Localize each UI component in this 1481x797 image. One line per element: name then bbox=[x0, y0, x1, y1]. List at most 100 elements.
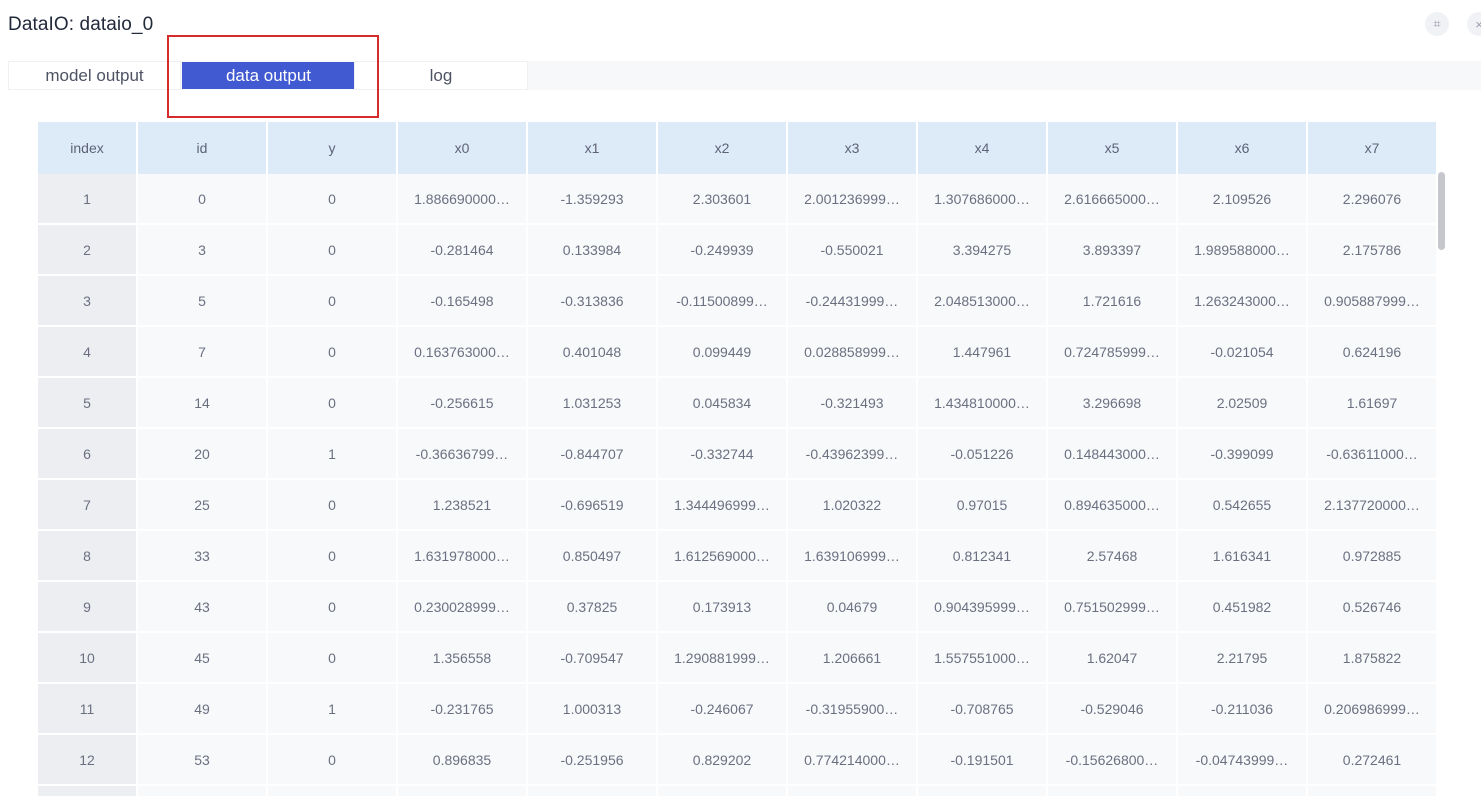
table-cell-id: 20 bbox=[138, 429, 268, 480]
table-cell-y: 0 bbox=[268, 633, 398, 684]
table-cell-x0: -0.281464 bbox=[398, 225, 528, 276]
table-row[interactable]: 7 25 0 1.238521 -0.696519 1.344496999… 1.02032… bbox=[38, 480, 1438, 531]
column-header-y[interactable]: y bbox=[268, 122, 398, 174]
table-cell-index: 7 bbox=[38, 480, 138, 531]
table-cell-x1: -0.696519 bbox=[528, 480, 658, 531]
table-cell-x6: 1.616341 bbox=[1178, 531, 1308, 582]
column-header-index[interactable]: index bbox=[38, 122, 138, 174]
column-header-x6[interactable]: x6 bbox=[1178, 122, 1308, 174]
table-cell-x6: 2.02509 bbox=[1178, 378, 1308, 429]
table-header-row: index id y x0 x1 x2 x3 x4 x5 x6 x7 bbox=[38, 122, 1438, 174]
table-cell-index: 2 bbox=[38, 225, 138, 276]
table-cell-x3: 0.04679 bbox=[788, 582, 918, 633]
table-cell-id: 3 bbox=[138, 225, 268, 276]
table-cell-empty bbox=[528, 786, 658, 797]
table-row[interactable]: 12 53 0 0.896835 -0.251956 0.829202 0.77421400… bbox=[38, 735, 1438, 786]
table-cell-x2: 1.290881999… bbox=[658, 633, 788, 684]
table-cell-empty bbox=[788, 786, 918, 797]
table-row[interactable]: 2 3 0 -0.281464 0.133984 -0.249939 -0.550021 3.… bbox=[38, 225, 1438, 276]
scrollbar-track[interactable] bbox=[1438, 172, 1446, 797]
table-cell-x6: 1.263243000… bbox=[1178, 276, 1308, 327]
table-cell-x4: 0.812341 bbox=[918, 531, 1048, 582]
table-cell-x1: 0.133984 bbox=[528, 225, 658, 276]
table-cell-id: 45 bbox=[138, 633, 268, 684]
table-cell-empty bbox=[398, 786, 528, 797]
table-cell-x7: 0.526746 bbox=[1308, 582, 1438, 633]
fullscreen-icon[interactable]: ⌗ bbox=[1425, 12, 1449, 36]
table-cell-index: 8 bbox=[38, 531, 138, 582]
table-cell-x7: 0.905887999… bbox=[1308, 276, 1438, 327]
table-cell-x3: -0.24431999… bbox=[788, 276, 918, 327]
table-cell-index: 1 bbox=[38, 174, 138, 225]
table-cell-x4: 0.904395999… bbox=[918, 582, 1048, 633]
table-cell-id: 0 bbox=[138, 174, 268, 225]
table-cell-x7: 2.137720000… bbox=[1308, 480, 1438, 531]
table-cell-x4: 1.434810000… bbox=[918, 378, 1048, 429]
tab-model-output[interactable]: model output bbox=[8, 61, 181, 90]
table-cell-y: 0 bbox=[268, 582, 398, 633]
table-cell-x3: -0.43962399… bbox=[788, 429, 918, 480]
table-cell-x0: -0.165498 bbox=[398, 276, 528, 327]
table-cell-x5: 0.894635000… bbox=[1048, 480, 1178, 531]
table-cell-x5: 2.616665000… bbox=[1048, 174, 1178, 225]
table-cell-x7: 2.175786 bbox=[1308, 225, 1438, 276]
table-cell-x2: 1.344496999… bbox=[658, 480, 788, 531]
table-cell-empty bbox=[1178, 786, 1308, 797]
table-cell-index: 9 bbox=[38, 582, 138, 633]
table-row[interactable]: 3 5 0 -0.165498 -0.313836 -0.11500899… -0.2443… bbox=[38, 276, 1438, 327]
table-row[interactable]: 11 49 1 -0.231765 1.000313 -0.246067 -0.319559… bbox=[38, 684, 1438, 735]
table-row[interactable]: 8 33 0 1.631978000… 0.850497 1.612569000… 1.63… bbox=[38, 531, 1438, 582]
table-row[interactable]: 5 14 0 -0.256615 1.031253 0.045834 -0.321493 1.… bbox=[38, 378, 1438, 429]
table-row[interactable]: 4 7 0 0.163763000… 0.401048 0.099449 0.0288589… bbox=[38, 327, 1438, 378]
data-output-table: index id y x0 x1 x2 x3 x4 x5 x6 x7 1 0 0 1.886690000…… bbox=[38, 122, 1438, 797]
tab-log[interactable]: log bbox=[354, 61, 528, 90]
table-cell-id: 5 bbox=[138, 276, 268, 327]
table-cell-x1: 0.850497 bbox=[528, 531, 658, 582]
table-cell-x0: -0.256615 bbox=[398, 378, 528, 429]
table-cell-x7: -0.63611000… bbox=[1308, 429, 1438, 480]
column-header-x5[interactable]: x5 bbox=[1048, 122, 1178, 174]
table-cell-id: 49 bbox=[138, 684, 268, 735]
table-cell-x3: 1.639106999… bbox=[788, 531, 918, 582]
table-cell-empty bbox=[38, 786, 138, 797]
column-header-x0[interactable]: x0 bbox=[398, 122, 528, 174]
table-cell-x3: -0.31955900… bbox=[788, 684, 918, 735]
table-cell-x7: 0.206986999… bbox=[1308, 684, 1438, 735]
table-cell-x5: 3.296698 bbox=[1048, 378, 1178, 429]
column-header-x7[interactable]: x7 bbox=[1308, 122, 1438, 174]
table-cell-x0: 1.886690000… bbox=[398, 174, 528, 225]
table-row[interactable]: 6 20 1 -0.36636799… -0.844707 -0.332744 -0.439… bbox=[38, 429, 1438, 480]
scrollbar-thumb[interactable] bbox=[1438, 172, 1445, 250]
table-cell-id: 7 bbox=[138, 327, 268, 378]
table-cell-x2: 0.045834 bbox=[658, 378, 788, 429]
table-cell-x2: 0.099449 bbox=[658, 327, 788, 378]
window-title: DataIO: dataio_0 bbox=[8, 14, 154, 35]
table-cell-empty bbox=[1048, 786, 1178, 797]
table-cell-x2: 0.173913 bbox=[658, 582, 788, 633]
table-cell-index: 10 bbox=[38, 633, 138, 684]
table-cell-x2: 0.829202 bbox=[658, 735, 788, 786]
table-cell-y: 0 bbox=[268, 327, 398, 378]
table-row[interactable]: 10 45 0 1.356558 -0.709547 1.290881999… 1.2066… bbox=[38, 633, 1438, 684]
table-cell-x5: 3.893397 bbox=[1048, 225, 1178, 276]
column-header-x2[interactable]: x2 bbox=[658, 122, 788, 174]
tab-data-output[interactable]: data output bbox=[182, 62, 355, 89]
table-cell-y: 0 bbox=[268, 531, 398, 582]
table-cell-empty bbox=[918, 786, 1048, 797]
table-cell-x2: -0.249939 bbox=[658, 225, 788, 276]
column-header-x3[interactable]: x3 bbox=[788, 122, 918, 174]
table-cell-x0: 0.163763000… bbox=[398, 327, 528, 378]
table-cell-x4: -0.708765 bbox=[918, 684, 1048, 735]
column-header-x4[interactable]: x4 bbox=[918, 122, 1048, 174]
table-cell-x1: 1.000313 bbox=[528, 684, 658, 735]
table-cell-x0: 1.631978000… bbox=[398, 531, 528, 582]
column-header-x1[interactable]: x1 bbox=[528, 122, 658, 174]
table-cell-empty bbox=[268, 786, 398, 797]
table-cell-x6: 2.109526 bbox=[1178, 174, 1308, 225]
table-cell-x7: 1.875822 bbox=[1308, 633, 1438, 684]
column-header-id[interactable]: id bbox=[138, 122, 268, 174]
table-cell-id: 14 bbox=[138, 378, 268, 429]
close-icon[interactable]: × bbox=[1467, 12, 1481, 36]
table-row[interactable]: 9 43 0 0.230028999… 0.37825 0.173913 0.04679 0.… bbox=[38, 582, 1438, 633]
table-row[interactable]: 1 0 0 1.886690000… -1.359293 2.303601 2.001236… bbox=[38, 174, 1438, 225]
